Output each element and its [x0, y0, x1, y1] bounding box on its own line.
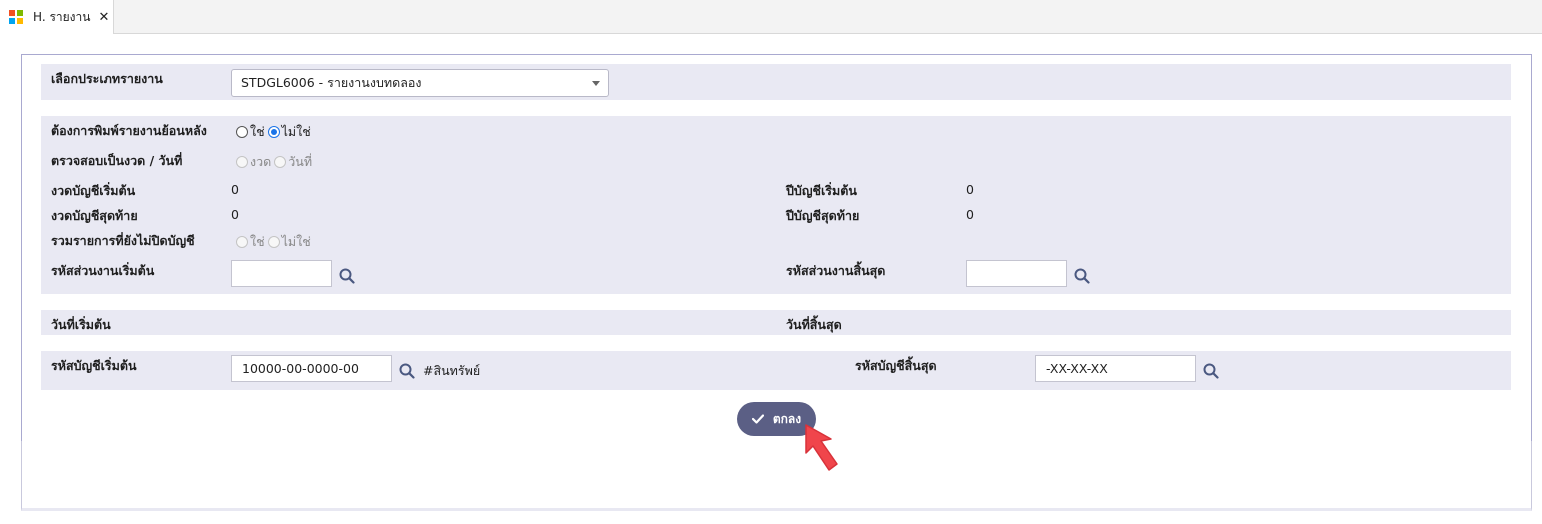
start-year-label: ปีบัญชีเริ่มต้น — [786, 183, 857, 198]
tab-report[interactable]: H. รายงาน ✕ — [0, 0, 114, 34]
dept-start-label: รหัสส่วนงานเริ่มต้น — [51, 263, 155, 278]
end-year-label: ปีบัญชีสุดท้าย — [786, 208, 860, 223]
end-year-value: 0 — [966, 207, 974, 222]
include-unclosed-label: รวมรายการที่ยังไม่ปิดบัญชี — [51, 233, 195, 248]
check-by-radios: งวด วันที่ — [236, 152, 315, 172]
account-end-label: รหัสบัญชีสิ้นสุด — [855, 358, 937, 373]
tab-label: H. รายงาน — [33, 9, 91, 24]
check-icon — [751, 414, 764, 424]
report-type-value: STDGL6006 - รายงานงบทดลอง — [241, 75, 422, 90]
account-start-label: รหัสบัญชีเริ่มต้น — [51, 358, 137, 373]
close-icon[interactable]: ✕ — [98, 10, 109, 25]
radio-include-yes[interactable] — [236, 236, 248, 248]
end-period-value: 0 — [231, 207, 239, 222]
tab-bar: H. รายงาน ✕ — [0, 0, 1542, 34]
account-start-input[interactable] — [231, 355, 392, 382]
print-backdated-label: ต้องการพิมพ์รายงานย้อนหลัง — [51, 123, 207, 138]
radio-period-label: งวด — [250, 154, 272, 169]
search-icon[interactable] — [1203, 363, 1219, 379]
start-year-value: 0 — [966, 182, 974, 197]
print-backdated-radios: ใช่ ไม่ใช่ — [236, 122, 314, 142]
radio-include-no-label: ไม่ใช่ — [281, 234, 311, 249]
windows-logo-icon — [9, 10, 23, 24]
end-period-label: งวดบัญชีสุดท้าย — [51, 208, 138, 223]
chevron-down-icon — [592, 81, 600, 86]
include-unclosed-radios: ใช่ ไม่ใช่ — [236, 232, 314, 252]
check-by-label: ตรวจสอบเป็นงวด / วันที่ — [51, 153, 183, 168]
radio-include-yes-label: ใช่ — [250, 234, 265, 249]
search-icon[interactable] — [399, 363, 415, 379]
dept-start-input[interactable] — [231, 260, 332, 287]
radio-include-no[interactable] — [267, 236, 280, 248]
account-end-input[interactable] — [1035, 355, 1196, 382]
start-period-value: 0 — [231, 182, 239, 197]
radio-date[interactable] — [274, 156, 287, 168]
start-date-label: วันที่เริ่มต้น — [51, 317, 111, 332]
report-type-select[interactable]: STDGL6006 - รายงานงบทดลอง — [231, 69, 609, 97]
search-icon[interactable] — [1074, 268, 1090, 284]
radio-period[interactable] — [236, 156, 248, 168]
radio-date-label: วันที่ — [288, 154, 313, 169]
radio-no[interactable] — [267, 126, 280, 138]
end-date-label: วันที่สิ้นสุด — [786, 317, 842, 332]
radio-yes-label: ใช่ — [250, 124, 265, 139]
dept-end-label: รหัสส่วนงานสิ้นสุด — [786, 263, 886, 278]
dates-block — [41, 310, 1511, 335]
pointer-arrow-icon — [805, 424, 838, 471]
search-icon[interactable] — [339, 268, 355, 284]
result-panel — [21, 441, 1532, 511]
report-type-label: เลือกประเภทรายงาน — [51, 71, 163, 86]
ok-button-label: ตกลง — [772, 411, 802, 426]
radio-yes[interactable] — [236, 126, 248, 138]
radio-no-label: ไม่ใช่ — [281, 124, 311, 139]
account-start-desc: #สินทรัพย์ — [423, 363, 481, 378]
dept-end-input[interactable] — [966, 260, 1067, 287]
start-period-label: งวดบัญชีเริ่มต้น — [51, 183, 136, 198]
